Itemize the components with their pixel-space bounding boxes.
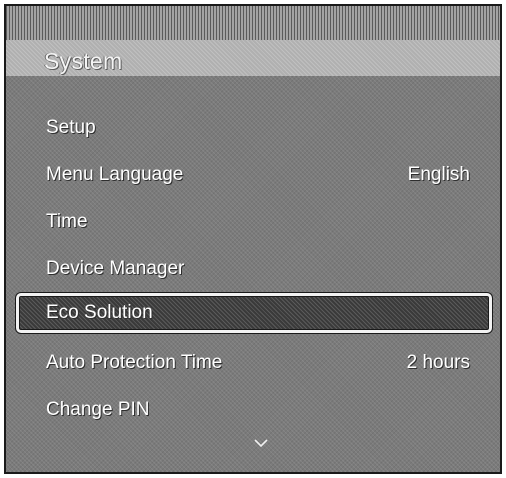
menu-item-label: Auto Protection Time [46,352,223,373]
menu-item-label: Setup [46,117,96,138]
menu-item-label: Change PIN [46,399,150,420]
menu-item-eco-solution[interactable]: Eco Solution [16,293,492,333]
top-strip [6,6,500,40]
menu-item-value: 2 hours [406,352,470,373]
menu-item-time[interactable]: Time [16,202,492,242]
chevron-down-icon[interactable] [254,438,268,448]
menu-item-label: Time [46,211,88,232]
menu-item-label: Menu Language [46,164,184,185]
menu-item-menu-language[interactable]: Menu Language English [16,155,492,195]
menu-item-setup[interactable]: Setup [16,108,492,148]
menu-item-auto-protection-time[interactable]: Auto Protection Time 2 hours [16,343,492,383]
menu-title: System [44,48,123,74]
menu-item-device-manager[interactable]: Device Manager [16,249,492,289]
menu-item-label: Eco Solution [46,302,153,323]
menu-item-value: English [407,164,470,185]
menu-item-label: Device Manager [46,258,185,279]
menu-item-change-pin[interactable]: Change PIN [16,390,492,430]
system-menu-panel: System Setup Menu Language English Time … [4,4,502,474]
